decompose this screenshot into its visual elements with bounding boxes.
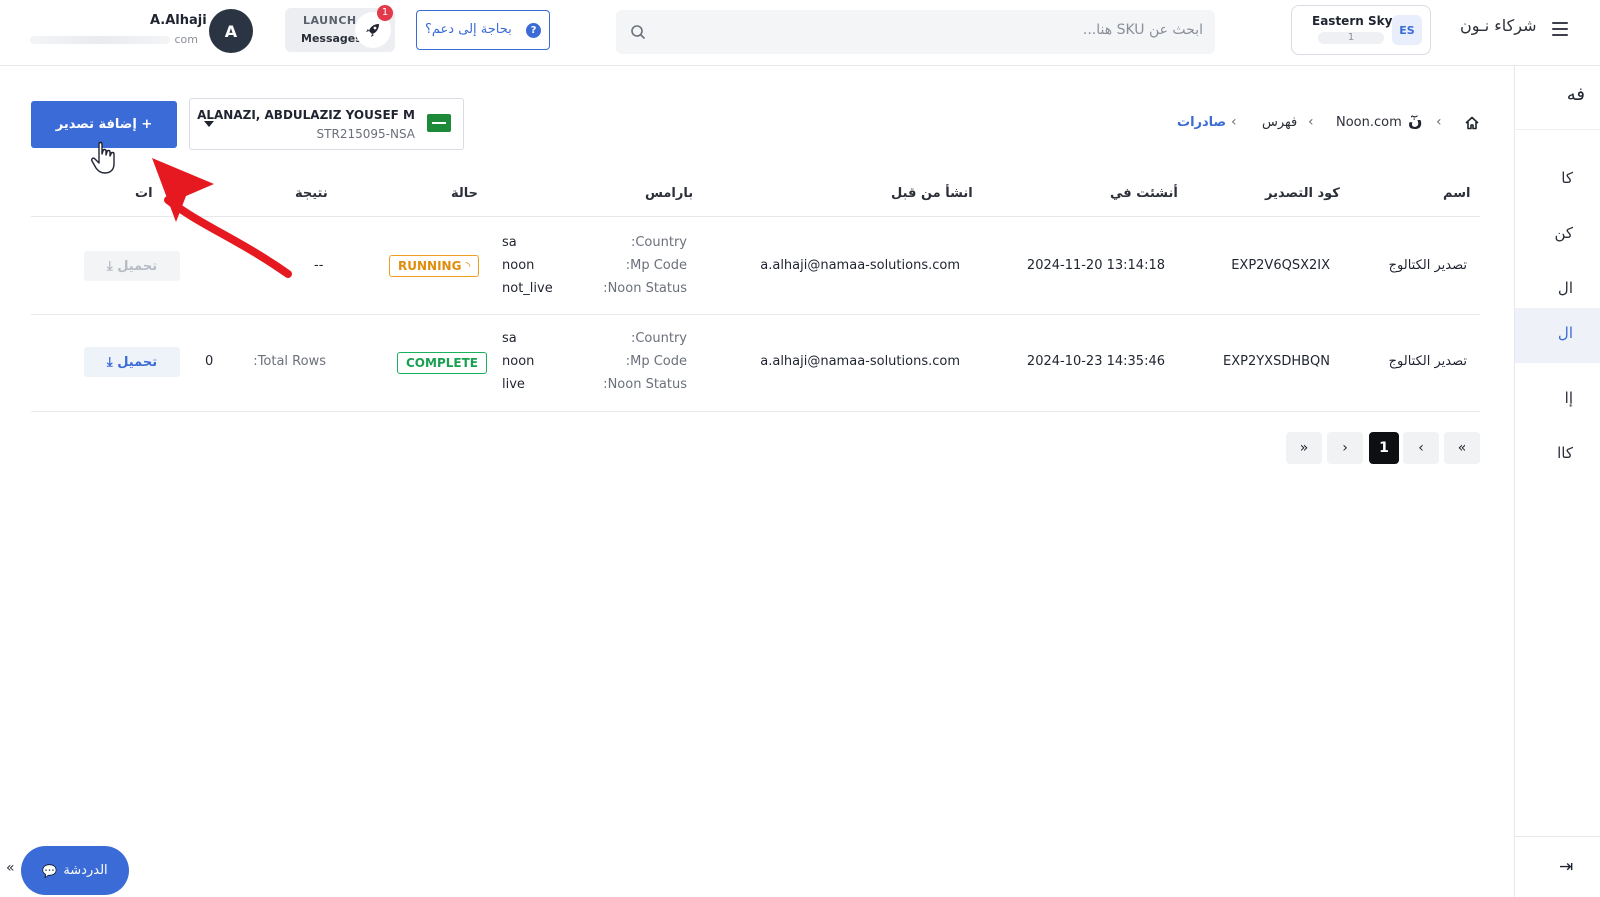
cell-name: تصدير الكتالوج bbox=[1388, 258, 1467, 273]
cell-created-by: a.alhaji@namaa-solutions.com bbox=[760, 258, 960, 273]
notification-badge: 1 bbox=[377, 5, 393, 21]
pagination-page-1[interactable]: 1 bbox=[1369, 432, 1399, 464]
result-label: Total Rows: bbox=[253, 354, 326, 369]
param-key: Noon Status: bbox=[603, 377, 687, 392]
cell-created-at: 2024-11-20 13:14:18 bbox=[1026, 258, 1165, 273]
seller-id: STR215095-NSA bbox=[316, 127, 415, 141]
search-placeholder: ابحث عن SKU هنا... bbox=[1082, 22, 1203, 38]
cell-name: تصدير الكتالوج bbox=[1388, 354, 1467, 369]
param-key: Mp Code: bbox=[625, 258, 687, 273]
sidebar-item-label: كن bbox=[1554, 224, 1573, 242]
top-header: شركاء نـون ES Eastern Sky 1 ابحث عن SKU … bbox=[0, 0, 1600, 66]
breadcrumb-catalog[interactable]: فهرس bbox=[1262, 115, 1297, 130]
support-label: بحاجة إلى دعم؟ bbox=[425, 22, 512, 37]
sidebar-title: فه bbox=[1566, 84, 1585, 105]
sidebar-item-label: كا bbox=[1561, 169, 1573, 187]
chat-expand-icon[interactable]: « bbox=[6, 860, 15, 876]
question-icon: ? bbox=[526, 23, 541, 38]
saudi-flag-icon bbox=[427, 114, 451, 132]
cell-result: 0 bbox=[205, 354, 214, 369]
param-value: noon bbox=[502, 354, 535, 369]
chat-button[interactable]: الدردشة 💬 bbox=[21, 846, 129, 895]
pagination-last-button[interactable]: » bbox=[1286, 432, 1322, 464]
chevron-down-icon bbox=[204, 121, 214, 127]
chat-label: الدردشة bbox=[63, 863, 108, 878]
sidebar-item-label: إا bbox=[1564, 389, 1573, 407]
store-name: Eastern Sky bbox=[1312, 14, 1393, 28]
spinner-icon: ◝ bbox=[465, 259, 471, 273]
annotation-arrow-icon bbox=[152, 158, 292, 278]
cell-created-by: a.alhaji@namaa-solutions.com bbox=[760, 354, 960, 369]
support-button[interactable]: بحاجة إلى دعم؟ ? bbox=[416, 10, 550, 50]
sidebar-item-label: كاا bbox=[1557, 444, 1573, 462]
column-header-name: اسم bbox=[1443, 186, 1471, 201]
hamburger-menu-icon[interactable] bbox=[1552, 22, 1568, 36]
status-badge: RUNNING ◝ bbox=[389, 255, 480, 277]
pagination-first-button[interactable]: « bbox=[1444, 432, 1480, 464]
cell-code: EXP2V6QSX2IX bbox=[1231, 258, 1330, 273]
redacted-email bbox=[30, 36, 170, 44]
store-badge: ES bbox=[1392, 15, 1422, 45]
table-divider bbox=[31, 411, 1480, 412]
breadcrumb-exports[interactable]: صادرات bbox=[1177, 115, 1226, 130]
launch-title: LAUNCH bbox=[303, 14, 357, 27]
param-value: sa bbox=[502, 331, 517, 346]
column-header-created-at: أنشئت في bbox=[1110, 186, 1178, 201]
brand-logo[interactable]: شركاء نـون bbox=[1460, 16, 1537, 35]
sidebar-header: فه bbox=[1515, 66, 1600, 130]
launch-subtitle: Messages bbox=[301, 32, 362, 45]
column-header-created-by: انشأ من قبل bbox=[891, 186, 973, 201]
seller-name: ALANAZI, ABDULAZIZ YOUSEF M bbox=[197, 108, 415, 122]
pagination-prev-button[interactable]: ‹ bbox=[1403, 432, 1439, 464]
breadcrumb-separator: ‹ bbox=[1231, 114, 1237, 130]
column-header-code: كود التصدير bbox=[1265, 186, 1340, 201]
status-text: RUNNING bbox=[398, 259, 462, 273]
param-value: noon bbox=[502, 258, 535, 273]
cell-code: EXP2YXSDHBQN bbox=[1223, 354, 1330, 369]
param-key: Noon Status: bbox=[603, 281, 687, 296]
sidebar: فه كا كن ال ال إا كاا ⇥ bbox=[1514, 66, 1600, 897]
hand-cursor-icon bbox=[91, 141, 115, 174]
column-header-status: حالة bbox=[451, 186, 479, 201]
breadcrumb-separator: ‹ bbox=[1436, 114, 1442, 130]
user-name[interactable]: A.Alhaji bbox=[150, 13, 207, 28]
breadcrumb-noon[interactable]: Noon.com bbox=[1336, 115, 1402, 130]
store-sub: 1 bbox=[1318, 32, 1384, 44]
pagination-next-button[interactable]: › bbox=[1327, 432, 1363, 464]
param-key: Mp Code: bbox=[625, 354, 687, 369]
sidebar-item-1[interactable]: كا bbox=[1515, 153, 1600, 208]
sidebar-item-2[interactable]: كن bbox=[1515, 208, 1600, 263]
sidebar-item-5[interactable]: إا bbox=[1515, 373, 1600, 428]
chat-bubble-icon: 💬 bbox=[42, 863, 58, 878]
sidebar-item-catalog[interactable]: ال bbox=[1515, 308, 1600, 363]
sidebar-item-label: ال bbox=[1557, 324, 1573, 342]
param-value: live bbox=[502, 377, 525, 392]
sidebar-item-6[interactable]: كاا bbox=[1515, 428, 1600, 483]
user-email-suffix: com bbox=[174, 33, 199, 46]
param-value: not_live bbox=[502, 281, 553, 296]
status-badge: COMPLETE bbox=[397, 352, 487, 374]
avatar[interactable]: A bbox=[209, 9, 253, 53]
cell-result: -- bbox=[314, 258, 324, 273]
user-email: com bbox=[30, 33, 198, 47]
home-icon[interactable] bbox=[1464, 115, 1480, 131]
param-key: Country: bbox=[630, 331, 687, 346]
param-key: Country: bbox=[630, 235, 687, 250]
sidebar-collapse-button[interactable]: ⇥ bbox=[1515, 836, 1600, 897]
param-value: sa bbox=[502, 235, 517, 250]
search-input[interactable]: ابحث عن SKU هنا... bbox=[616, 10, 1215, 54]
download-button[interactable]: تحميل ⤓ bbox=[84, 347, 180, 377]
collapse-icon: ⇥ bbox=[1559, 857, 1574, 877]
noon-logo-icon[interactable]: نٓ bbox=[1408, 111, 1423, 131]
sidebar-item-label: ال bbox=[1557, 279, 1573, 297]
cell-created-at: 2024-10-23 14:35:46 bbox=[1026, 354, 1165, 369]
search-icon bbox=[631, 25, 646, 40]
breadcrumb-separator: ‹ bbox=[1308, 114, 1314, 130]
column-header-params: بارامس bbox=[645, 186, 694, 201]
